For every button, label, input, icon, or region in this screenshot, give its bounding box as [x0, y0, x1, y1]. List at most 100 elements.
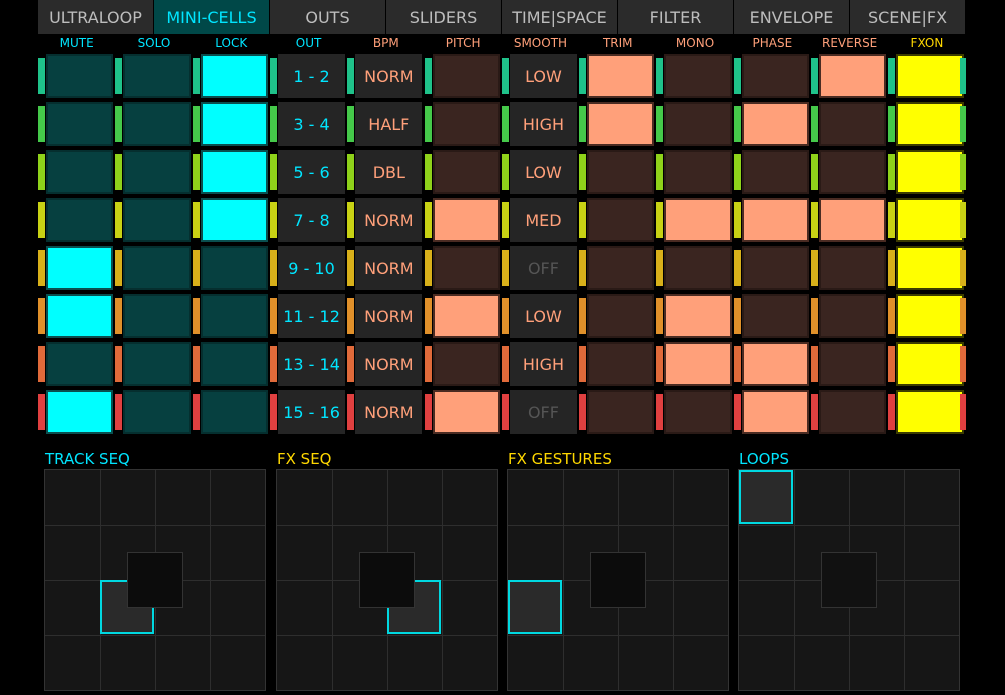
solo-toggle[interactable] [123, 54, 191, 98]
fxon-toggle[interactable] [896, 54, 964, 98]
reverse-toggle[interactable] [819, 102, 887, 146]
mute-toggle[interactable] [46, 342, 114, 386]
mono-toggle[interactable] [664, 390, 732, 434]
xy-pad-fx-gestures[interactable] [507, 469, 729, 691]
solo-toggle[interactable] [123, 390, 191, 434]
lock-toggle[interactable] [200, 198, 268, 242]
lock-toggle[interactable] [200, 390, 268, 434]
pitch-toggle[interactable] [432, 198, 500, 242]
phase-toggle[interactable] [741, 294, 809, 338]
xy-pad-fx-seq[interactable] [276, 469, 498, 691]
trim-toggle[interactable] [587, 246, 655, 290]
fxon-toggle[interactable] [896, 390, 964, 434]
mute-toggle[interactable] [46, 198, 114, 242]
mono-toggle[interactable] [664, 102, 732, 146]
bpm-selector[interactable]: NORM [355, 342, 423, 386]
pitch-toggle[interactable] [432, 54, 500, 98]
phase-toggle[interactable] [741, 54, 809, 98]
mute-toggle[interactable] [46, 294, 114, 338]
trim-toggle[interactable] [587, 198, 655, 242]
reverse-toggle[interactable] [819, 390, 887, 434]
phase-toggle[interactable] [741, 390, 809, 434]
tab-ultraloop[interactable]: ULTRALOOP [38, 0, 154, 34]
tab-filter[interactable]: FILTER [618, 0, 734, 34]
pitch-toggle[interactable] [432, 342, 500, 386]
mono-toggle[interactable] [664, 150, 732, 194]
fxon-toggle[interactable] [896, 294, 964, 338]
tab-envelope[interactable]: ENVELOPE [734, 0, 850, 34]
pitch-toggle[interactable] [432, 150, 500, 194]
tab-outs[interactable]: OUTS [270, 0, 386, 34]
mute-toggle[interactable] [46, 102, 114, 146]
xy-pad-track-seq[interactable] [44, 469, 266, 691]
out-selector[interactable]: 1 - 2 [277, 54, 346, 98]
mute-toggle[interactable] [46, 54, 114, 98]
reverse-toggle[interactable] [819, 150, 887, 194]
xy-cursor[interactable] [590, 552, 646, 608]
smooth-selector[interactable]: OFF [509, 390, 578, 434]
lock-toggle[interactable] [200, 294, 268, 338]
tab-sliders[interactable]: SLIDERS [386, 0, 502, 34]
smooth-selector[interactable]: HIGH [509, 102, 578, 146]
solo-toggle[interactable] [123, 342, 191, 386]
bpm-selector[interactable]: NORM [355, 198, 423, 242]
phase-toggle[interactable] [741, 246, 809, 290]
smooth-selector[interactable]: HIGH [509, 342, 578, 386]
reverse-toggle[interactable] [819, 294, 887, 338]
selected-cell[interactable] [739, 470, 793, 524]
trim-toggle[interactable] [587, 150, 655, 194]
smooth-selector[interactable]: LOW [509, 54, 578, 98]
bpm-selector[interactable]: NORM [355, 54, 423, 98]
trim-toggle[interactable] [587, 54, 655, 98]
solo-toggle[interactable] [123, 150, 191, 194]
smooth-selector[interactable]: OFF [509, 246, 578, 290]
phase-toggle[interactable] [741, 198, 809, 242]
solo-toggle[interactable] [123, 246, 191, 290]
out-selector[interactable]: 15 - 16 [277, 390, 346, 434]
out-selector[interactable]: 9 - 10 [277, 246, 346, 290]
solo-toggle[interactable] [123, 294, 191, 338]
mono-toggle[interactable] [664, 198, 732, 242]
solo-toggle[interactable] [123, 102, 191, 146]
tab-mini-cells[interactable]: MINI-CELLS [154, 0, 270, 34]
lock-toggle[interactable] [200, 342, 268, 386]
mono-toggle[interactable] [664, 342, 732, 386]
xy-cursor[interactable] [359, 552, 415, 608]
fxon-toggle[interactable] [896, 198, 964, 242]
lock-toggle[interactable] [200, 150, 268, 194]
bpm-selector[interactable]: DBL [355, 150, 423, 194]
smooth-selector[interactable]: LOW [509, 150, 578, 194]
bpm-selector[interactable]: HALF [355, 102, 423, 146]
tab-scene-fx[interactable]: SCENE|FX [850, 0, 966, 34]
bpm-selector[interactable]: NORM [355, 246, 423, 290]
trim-toggle[interactable] [587, 294, 655, 338]
solo-toggle[interactable] [123, 198, 191, 242]
bpm-selector[interactable]: NORM [355, 294, 423, 338]
trim-toggle[interactable] [587, 342, 655, 386]
pitch-toggle[interactable] [432, 102, 500, 146]
reverse-toggle[interactable] [819, 342, 887, 386]
pitch-toggle[interactable] [432, 390, 500, 434]
smooth-selector[interactable]: MED [509, 198, 578, 242]
trim-toggle[interactable] [587, 102, 655, 146]
xy-cursor[interactable] [127, 552, 183, 608]
fxon-toggle[interactable] [896, 150, 964, 194]
phase-toggle[interactable] [741, 150, 809, 194]
lock-toggle[interactable] [200, 102, 268, 146]
mono-toggle[interactable] [664, 294, 732, 338]
reverse-toggle[interactable] [819, 198, 887, 242]
reverse-toggle[interactable] [819, 246, 887, 290]
bpm-selector[interactable]: NORM [355, 390, 423, 434]
phase-toggle[interactable] [741, 102, 809, 146]
pitch-toggle[interactable] [432, 246, 500, 290]
out-selector[interactable]: 5 - 6 [277, 150, 346, 194]
xy-cursor[interactable] [821, 552, 877, 608]
mute-toggle[interactable] [46, 246, 114, 290]
mute-toggle[interactable] [46, 150, 114, 194]
out-selector[interactable]: 3 - 4 [277, 102, 346, 146]
reverse-toggle[interactable] [819, 54, 887, 98]
out-selector[interactable]: 13 - 14 [277, 342, 346, 386]
lock-toggle[interactable] [200, 54, 268, 98]
xy-pad-loops[interactable] [738, 469, 960, 691]
tab-time-space[interactable]: TIME|SPACE [502, 0, 618, 34]
